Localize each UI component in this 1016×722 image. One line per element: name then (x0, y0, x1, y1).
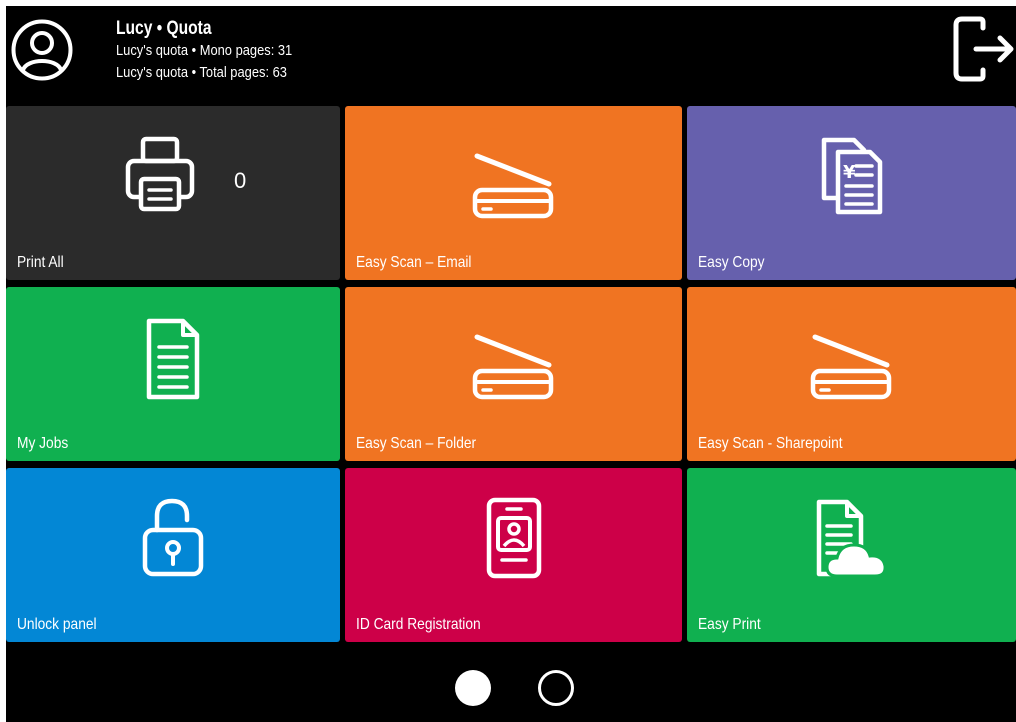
id-card-icon (486, 497, 541, 579)
tile-label: ID Card Registration (356, 616, 481, 633)
unlock-panel-tile[interactable]: Unlock panel (6, 468, 340, 642)
user-name: Lucy • Quota (116, 18, 212, 39)
tile-label: Unlock panel (17, 616, 97, 633)
tile-label: Easy Print (698, 616, 761, 633)
tile-label: Print All (17, 254, 64, 271)
printer-icon (125, 136, 194, 212)
page-indicator (6, 649, 1016, 722)
user-info: Lucy • Quota Lucy's quota • Mono pages: … (116, 18, 321, 84)
user-avatar-icon[interactable] (10, 18, 74, 82)
print-all-tile[interactable]: 0 Print All (6, 106, 340, 280)
print-job-count: 0 (234, 168, 247, 193)
terminal-screen: Lucy • Quota Lucy's quota • Mono pages: … (6, 6, 1016, 722)
easy-scan-sharepoint-tile[interactable]: Easy Scan - Sharepoint (687, 287, 1016, 461)
easy-scan-folder-tile[interactable]: Easy Scan – Folder (345, 287, 682, 461)
easy-scan-email-tile[interactable]: Easy Scan – Email (345, 106, 682, 280)
scanner-icon (472, 334, 553, 400)
tile-label: Easy Copy (698, 254, 765, 271)
easy-print-tile[interactable]: Easy Print (687, 468, 1016, 642)
tile-label: Easy Scan – Folder (356, 435, 477, 452)
svg-text:¥: ¥ (843, 162, 856, 183)
total-quota-text: Lucy's quota • Total pages: 63 (116, 64, 287, 81)
logout-icon[interactable] (952, 16, 1016, 82)
id-card-registration-tile[interactable]: ID Card Registration (345, 468, 682, 642)
page-dot-active[interactable] (455, 670, 491, 706)
document-icon (146, 318, 200, 400)
page-dot[interactable] (538, 670, 574, 706)
tile-label: Easy Scan – Email (356, 254, 472, 271)
scanner-icon (810, 334, 891, 400)
header-bar: Lucy • Quota Lucy's quota • Mono pages: … (6, 6, 1016, 102)
copy-documents-icon: ¥ (821, 137, 882, 215)
padlock-open-icon (142, 498, 204, 577)
tile-label: Easy Scan - Sharepoint (698, 435, 843, 452)
my-jobs-tile[interactable]: My Jobs (6, 287, 340, 461)
tile-label: My Jobs (17, 435, 69, 452)
scanner-icon (472, 153, 553, 219)
mono-quota-text: Lucy's quota • Mono pages: 31 (116, 42, 293, 59)
easy-copy-tile[interactable]: ¥ Easy Copy (687, 106, 1016, 280)
cloud-document-icon (816, 499, 887, 578)
